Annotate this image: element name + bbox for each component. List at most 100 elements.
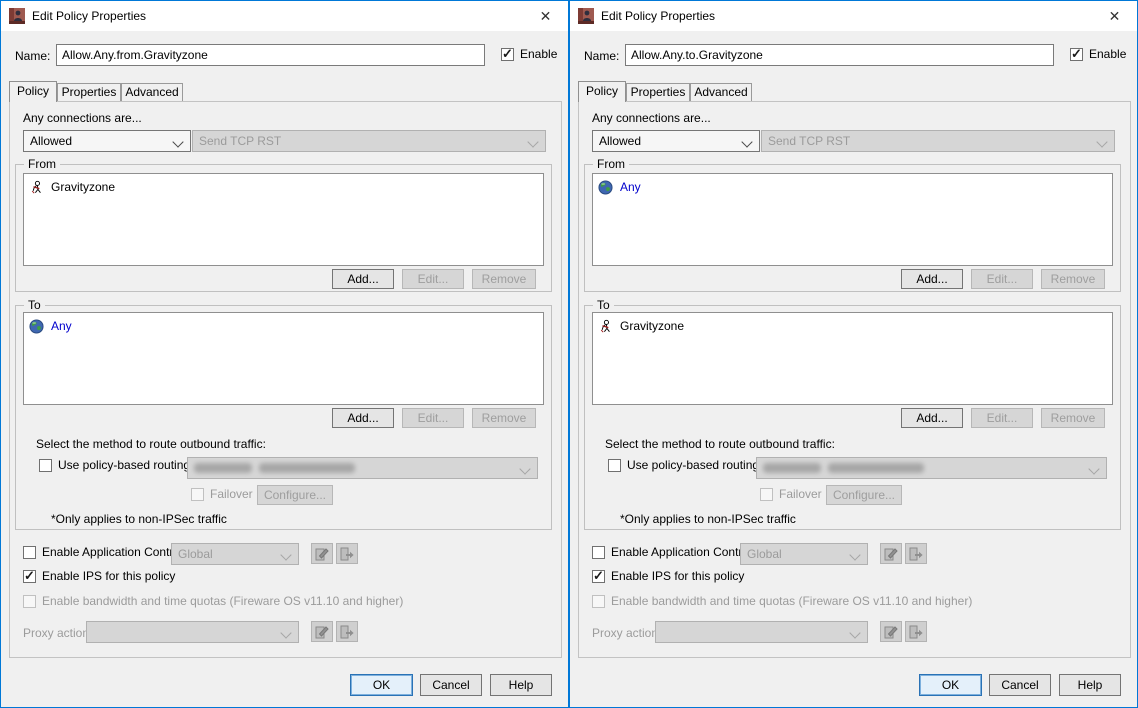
tab-advanced[interactable]: Advanced [121, 83, 183, 101]
ips-checkbox[interactable]: Enable IPS for this policy [592, 569, 744, 583]
connections-label: Any connections are... [592, 111, 711, 125]
chevron-down-icon [280, 627, 291, 638]
app-control-checkbox[interactable]: Enable Application Control: [592, 545, 755, 559]
globe-icon [598, 180, 613, 195]
window-title: Edit Policy Properties [601, 9, 715, 23]
policy-manager-app-icon [578, 8, 594, 24]
ipsec-note: *Only applies to non-IPSec traffic [620, 512, 796, 526]
from-group-label: From [24, 157, 60, 171]
app-control-checkbox-label: Enable Application Control: [611, 545, 755, 559]
pbr-checkbox-label: Use policy-based routing [627, 458, 759, 472]
cancel-button[interactable]: Cancel [989, 674, 1051, 696]
failover-checkbox: Failover [191, 487, 253, 501]
edit-policy-icon-button [880, 621, 902, 642]
titlebar: Edit Policy Properties ✕ [1, 1, 568, 31]
to-group-label: To [24, 298, 45, 312]
policy-manager-app-icon [9, 8, 25, 24]
route-method-label: Select the method to route outbound traf… [605, 437, 835, 451]
action-select: Send TCP RST [761, 130, 1115, 152]
ips-checkbox-label: Enable IPS for this policy [611, 569, 744, 583]
list-item[interactable]: Gravityzone [29, 178, 538, 196]
pbr-checkbox-label: Use policy-based routing [58, 458, 190, 472]
quotas-checkbox: Enable bandwidth and time quotas (Firewa… [592, 594, 972, 608]
proxy-action-select [655, 621, 868, 643]
screen: Edit Policy Properties ✕ Name: Enable Po… [0, 0, 1138, 708]
name-input[interactable] [625, 44, 1054, 66]
titlebar: Edit Policy Properties ✕ [570, 1, 1137, 31]
pbr-select [756, 457, 1107, 479]
edit-policy-icon [315, 625, 329, 639]
chevron-down-icon [741, 136, 752, 147]
item-label: Any [620, 180, 641, 194]
list-item[interactable]: Any [598, 178, 1107, 196]
list-item[interactable]: Gravityzone [598, 317, 1107, 335]
item-label: Gravityzone [51, 180, 115, 194]
item-label: Gravityzone [620, 319, 684, 333]
to-list[interactable]: Any [23, 312, 544, 405]
close-icon[interactable]: ✕ [1092, 1, 1137, 31]
from-group-label: From [593, 157, 629, 171]
edit-button: Edit... [971, 408, 1033, 428]
tab-properties[interactable]: Properties [626, 83, 690, 101]
chevron-down-icon [280, 549, 291, 560]
ok-button[interactable]: OK [350, 674, 413, 696]
tab-policy[interactable]: Policy [9, 81, 57, 102]
edit-button: Edit... [402, 269, 464, 289]
remove-button: Remove [1041, 269, 1105, 289]
view-policy-icon-button [905, 621, 927, 642]
disposition-select[interactable]: Allowed [592, 130, 760, 152]
enable-checkbox[interactable]: Enable [1070, 47, 1126, 61]
proxy-action-label: Proxy action: [592, 626, 661, 640]
chevron-down-icon [172, 136, 183, 147]
chevron-down-icon [849, 549, 860, 560]
tab-policy[interactable]: Policy [578, 81, 626, 102]
edit-policy-icon-button [880, 543, 902, 564]
name-input[interactable] [56, 44, 485, 66]
disposition-select[interactable]: Allowed [23, 130, 191, 152]
from-list[interactable]: Any [592, 173, 1113, 266]
edit-button: Edit... [971, 269, 1033, 289]
enable-checkbox-label: Enable [520, 47, 557, 61]
enable-checkbox-box[interactable] [501, 48, 514, 61]
chevron-down-icon [527, 136, 538, 147]
chevron-down-icon [849, 627, 860, 638]
cancel-button[interactable]: Cancel [420, 674, 482, 696]
add-button[interactable]: Add... [332, 408, 394, 428]
tab-properties[interactable]: Properties [57, 83, 121, 101]
edit-policy-icon [884, 547, 898, 561]
globe-icon [29, 319, 44, 334]
to-group: To Any Add... Edit... Remove Select the … [15, 305, 552, 530]
to-group: To Gravityzone Add... Edit... Remove [584, 305, 1121, 530]
app-control-select: Global [171, 543, 299, 565]
proxy-action-label: Proxy action: [23, 626, 92, 640]
add-button[interactable]: Add... [332, 269, 394, 289]
help-button[interactable]: Help [1059, 674, 1121, 696]
app-control-checkbox[interactable]: Enable Application Control: [23, 545, 186, 559]
configure-button: Configure... [826, 485, 902, 505]
remove-button: Remove [472, 408, 536, 428]
enable-checkbox-box[interactable] [1070, 48, 1083, 61]
add-button[interactable]: Add... [901, 408, 963, 428]
ips-checkbox[interactable]: Enable IPS for this policy [23, 569, 175, 583]
quotas-checkbox-label: Enable bandwidth and time quotas (Firewa… [611, 594, 972, 608]
enable-checkbox[interactable]: Enable [501, 47, 557, 61]
tab-advanced[interactable]: Advanced [690, 83, 752, 101]
help-button[interactable]: Help [490, 674, 552, 696]
list-item[interactable]: Any [29, 317, 538, 335]
pbr-checkbox[interactable]: Use policy-based routing [39, 458, 190, 472]
close-icon[interactable]: ✕ [523, 1, 568, 31]
redacted-interface-value [194, 463, 355, 473]
add-button[interactable]: Add... [901, 269, 963, 289]
view-policy-icon-button [336, 543, 358, 564]
to-list[interactable]: Gravityzone [592, 312, 1113, 405]
from-group: From Any Add... Edit... Remove [584, 164, 1121, 292]
ok-button[interactable]: OK [919, 674, 982, 696]
from-list[interactable]: Gravityzone [23, 173, 544, 266]
pbr-checkbox[interactable]: Use policy-based routing [608, 458, 759, 472]
alias-icon [598, 319, 613, 334]
redacted-interface-value [763, 463, 924, 473]
configure-button: Configure... [257, 485, 333, 505]
from-group: From Gravityzone Add... Edit... Remove [15, 164, 552, 292]
ips-checkbox-label: Enable IPS for this policy [42, 569, 175, 583]
item-label: Any [51, 319, 72, 333]
